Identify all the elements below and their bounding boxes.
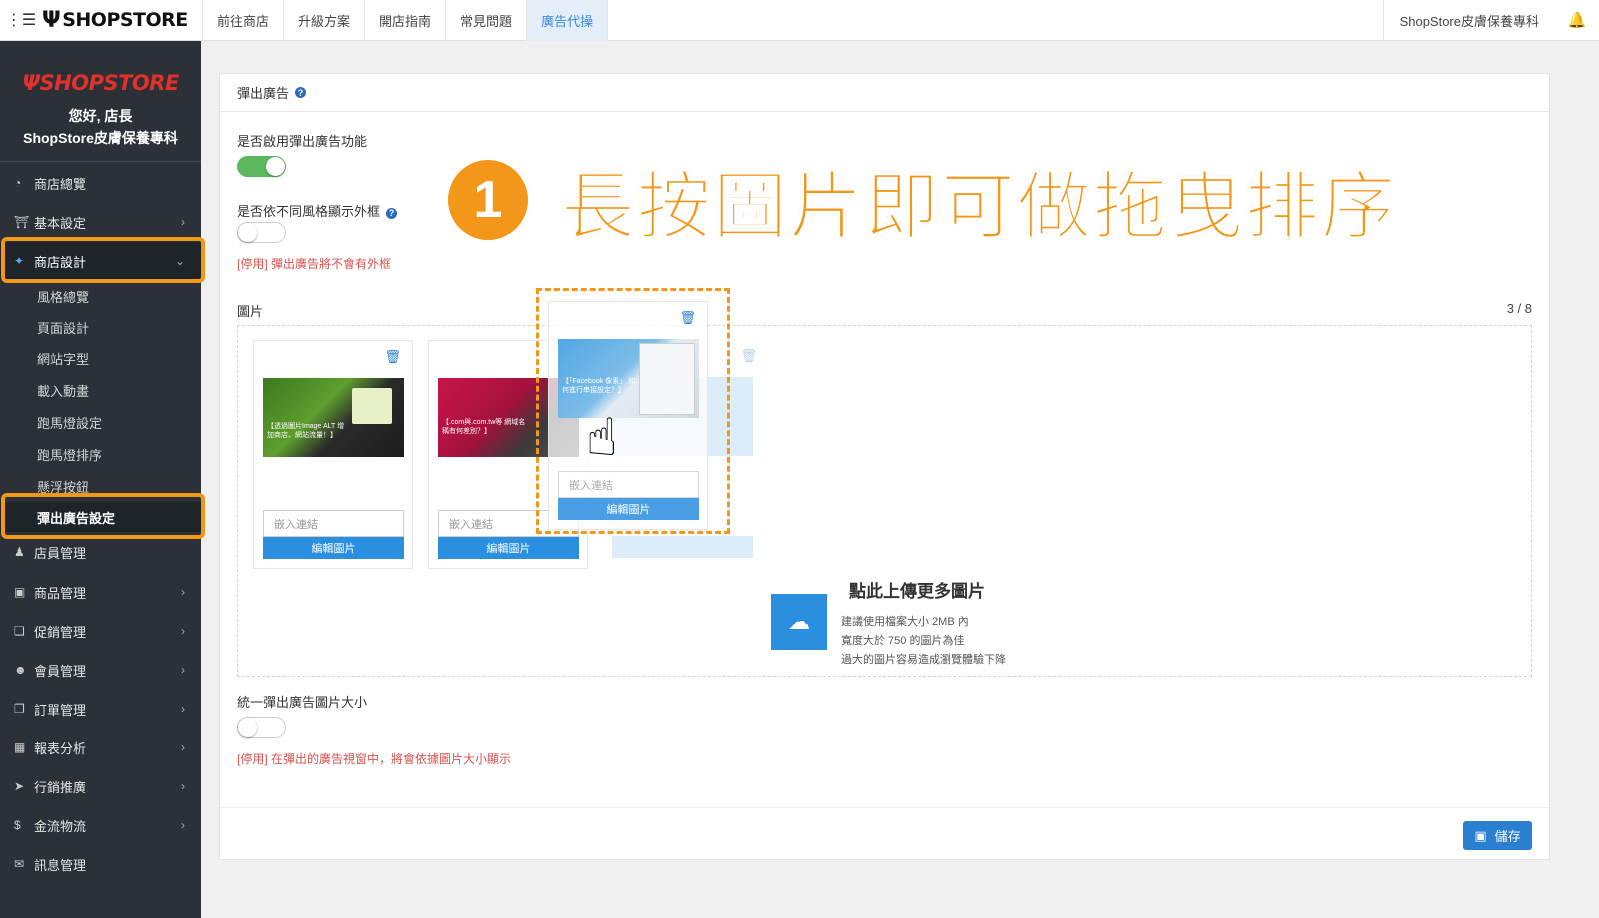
trash-icon[interactable]: 🗑: [384, 349, 401, 365]
sidebar-item-reports[interactable]: ▦ 報表分析 ›: [0, 728, 201, 766]
chevron-right-icon: ›: [181, 740, 185, 754]
instruction-text: 長按圖片即可做拖曳排序: [561, 164, 1397, 248]
bullhorn-icon: ➤: [14, 779, 25, 793]
user-icon: ♟: [14, 545, 25, 559]
help-icon[interactable]: ?: [295, 87, 307, 98]
sidebar: Ψ SHOPSTORE 您好, 店長 ShopStore皮膚保養專科 ◔ 商店總覽…: [0, 41, 205, 918]
store-name-menu[interactable]: ShopStore皮膚保養專科: [1382, 0, 1555, 41]
sidebar-sub-font[interactable]: 網站字型: [0, 343, 201, 373]
nav-ads-service[interactable]: 廣告代操: [526, 0, 609, 41]
step-number-badge: 1: [448, 160, 528, 240]
sidebar-store-name: ShopStore皮膚保養專科: [23, 130, 178, 146]
sidebar-item-marketing[interactable]: ➤ 行銷推廣 ›: [0, 767, 201, 805]
chevron-right-icon: ›: [181, 702, 185, 716]
ad-thumbnail: 【透過圖片Image ALT 增加商店、網站流量！】: [263, 378, 404, 457]
panel-footer: ▣ 儲存: [220, 807, 1549, 859]
image-card[interactable]: 🗑 【透過圖片Image ALT 增加商店、網站流量！】 嵌入連結 編輯圖片: [253, 340, 413, 569]
edit-image-button[interactable]: 編輯圖片: [438, 537, 579, 559]
instruction-annotation: 1 長按圖片即可做拖曳排序: [448, 155, 1397, 248]
uniform-size-label: 統一彈出廣告圖片大小: [237, 695, 368, 710]
menu-toggle-icon[interactable]: ⋮☰: [0, 0, 42, 41]
edit-image-button[interactable]: 編輯圖片: [263, 537, 404, 559]
sidebar-divider: [0, 161, 201, 162]
sidebar-item-messages[interactable]: ✉ 訊息管理: [0, 845, 201, 883]
comments-icon: ✉: [14, 857, 25, 871]
nav-go-store[interactable]: 前往商店: [202, 0, 283, 41]
dashboard-icon: ◔: [14, 176, 22, 190]
hand-cursor-icon: ☝: [586, 409, 618, 467]
enable-popup-label: 是否啟用彈出廣告功能: [237, 134, 368, 149]
highlight-popup-ad: [1, 493, 205, 539]
frame-style-warning: [停用] 彈出廣告將不會有外框: [237, 257, 392, 271]
users-icon: ☻: [14, 663, 27, 677]
top-nav: 前往商店 升級方案 開店指南 常見問題 廣告代操: [202, 0, 609, 41]
save-button[interactable]: ▣ 儲存: [1463, 821, 1532, 850]
sidebar-sub-loading[interactable]: 載入動畫: [0, 375, 201, 405]
top-bar: ⋮☰ Ψ SHOPSTORE 前往商店 升級方案 開店指南 常見問題 廣告代操 S…: [0, 0, 1599, 41]
gift-icon: ❏: [14, 624, 25, 638]
sidebar-sub-marquee[interactable]: 跑馬燈設定: [0, 407, 201, 437]
help-icon[interactable]: ?: [386, 207, 398, 219]
nav-guide[interactable]: 開店指南: [364, 0, 445, 41]
cloud-upload-icon[interactable]: ☁: [771, 594, 827, 650]
shopstore-mark-icon: Ψ: [42, 7, 61, 33]
chevron-right-icon: ›: [181, 215, 185, 229]
chevron-right-icon: ›: [181, 585, 185, 599]
chevron-right-icon: ›: [181, 624, 185, 638]
nav-faq[interactable]: 常見問題: [445, 0, 526, 41]
chevron-right-icon: ›: [181, 818, 185, 832]
uniform-size-toggle[interactable]: [237, 717, 286, 738]
images-label: 圖片: [237, 304, 264, 319]
sidebar-sub-style[interactable]: 風格總覽: [0, 281, 201, 311]
nav-upgrade[interactable]: 升級方案: [283, 0, 364, 41]
sidebar-item-basic-settings[interactable]: ⛩ 基本設定 ›: [0, 203, 201, 241]
uniform-size-warning: [停用] 在彈出的廣告視窗中，將會依據圖片大小顯示: [237, 752, 512, 766]
upload-title[interactable]: 點此上傳更多圖片: [849, 577, 985, 602]
chevron-right-icon: ›: [181, 779, 185, 793]
panel-title: 彈出廣告?: [220, 74, 1549, 112]
floppy-icon: ▣: [1474, 827, 1487, 843]
embed-link-input[interactable]: 嵌入連結: [263, 510, 404, 537]
sidebar-item-promotions[interactable]: ❏ 促銷管理 ›: [0, 612, 201, 650]
sidebar-item-payment[interactable]: $ 金流物流 ›: [0, 806, 201, 844]
brand-logo[interactable]: Ψ SHOPSTORE: [42, 0, 202, 41]
sidebar-item-members[interactable]: ☻ 會員管理 ›: [0, 651, 201, 689]
sidebar-item-orders[interactable]: ❐ 訂單管理 ›: [0, 690, 201, 728]
trash-icon: 🗑: [740, 348, 757, 363]
cart-icon: ▣: [14, 585, 26, 599]
frame-style-toggle[interactable]: [237, 222, 286, 243]
drag-highlight: [536, 288, 730, 534]
copy-icon: ❐: [14, 702, 25, 716]
bell-icon[interactable]: 🔔: [1555, 0, 1599, 41]
sidebar-logo: Ψ SHOPSTORE: [22, 71, 179, 95]
sidebar-item-overview[interactable]: ◔ 商店總覽: [0, 164, 201, 202]
frame-style-label: 是否依不同風格顯示外框?: [237, 201, 398, 220]
sidebar-sub-page-design[interactable]: 頁面設計: [0, 312, 201, 342]
upload-note: 過大的圖片容易造成瀏覽體驗下降: [841, 654, 1006, 666]
sidebar-sub-marquee-order[interactable]: 跑馬燈排序: [0, 439, 201, 469]
image-counter: 3 / 8: [1506, 301, 1532, 316]
upload-note: 寬度大於 750 的圖片為佳: [841, 635, 965, 647]
sidebar-item-products[interactable]: ▣ 商品管理 ›: [0, 573, 201, 611]
dollar-icon: $: [14, 818, 21, 832]
upload-note: 建議使用檔案大小 2MB 內: [841, 616, 969, 628]
highlight-store-design: [1, 237, 205, 283]
bar-chart-icon: ▦: [14, 740, 26, 754]
chevron-right-icon: ›: [181, 663, 185, 677]
bank-icon: ⛩: [14, 215, 30, 229]
enable-popup-toggle[interactable]: [237, 156, 286, 177]
greeting: 您好, 店長: [68, 108, 133, 124]
